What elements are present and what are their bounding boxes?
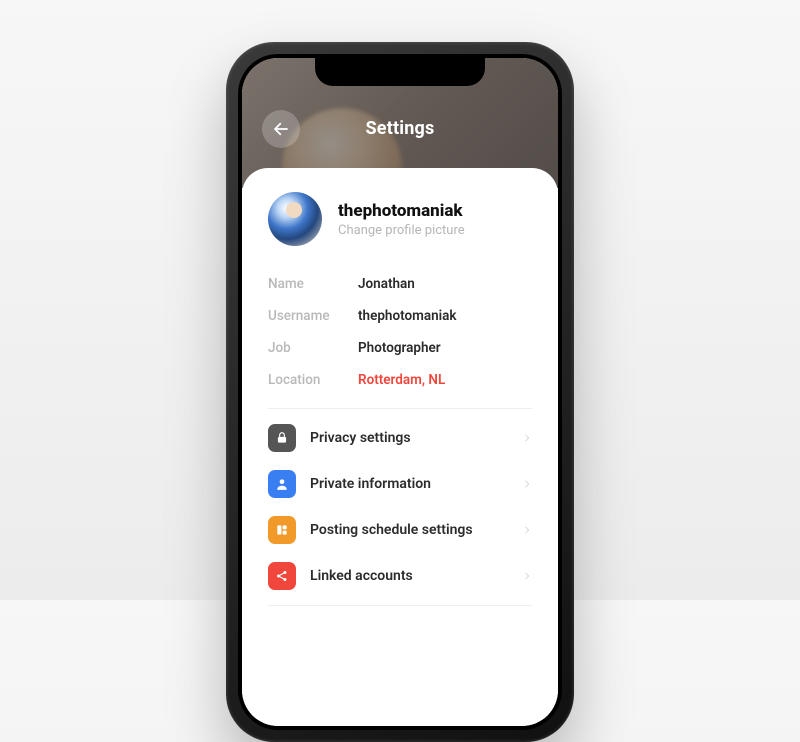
- settings-menu: Privacy settings Private information: [268, 415, 532, 599]
- avatar[interactable]: [268, 192, 322, 246]
- field-value: thephotomaniak: [358, 308, 457, 324]
- chevron-right-icon: [522, 569, 532, 583]
- page-title: Settings: [242, 118, 558, 139]
- screen: Settings thephotomaniak Change profile p…: [242, 58, 558, 726]
- chevron-right-icon: [522, 523, 532, 537]
- lock-icon: [268, 424, 296, 452]
- field-label: Location: [268, 372, 358, 388]
- field-location[interactable]: Location Rotterdam, NL: [268, 364, 532, 396]
- phone-body: Settings thephotomaniak Change profile p…: [226, 42, 574, 742]
- notch: [315, 58, 485, 86]
- chevron-right-icon: [522, 477, 532, 491]
- field-value: Photographer: [358, 340, 441, 356]
- profile-username: thephotomaniak: [338, 201, 465, 221]
- menu-item-private-info[interactable]: Private information: [268, 461, 532, 507]
- chevron-right-icon: [522, 431, 532, 445]
- field-job[interactable]: Job Photographer: [268, 332, 532, 364]
- phone-frame: Settings thephotomaniak Change profile p…: [226, 42, 574, 742]
- menu-label: Private information: [310, 476, 508, 492]
- share-icon: [268, 562, 296, 590]
- field-value: Rotterdam, NL: [358, 372, 445, 388]
- field-label: Name: [268, 276, 358, 292]
- profile-text: thephotomaniak Change profile picture: [338, 201, 465, 238]
- user-icon: [268, 470, 296, 498]
- phone-bezel: Settings thephotomaniak Change profile p…: [238, 54, 562, 730]
- menu-item-privacy[interactable]: Privacy settings: [268, 415, 532, 461]
- menu-label: Privacy settings: [310, 430, 508, 446]
- field-name[interactable]: Name Jonathan: [268, 268, 532, 300]
- divider: [268, 408, 532, 409]
- field-username[interactable]: Username thephotomaniak: [268, 300, 532, 332]
- field-label: Username: [268, 308, 358, 324]
- menu-item-linked-accounts[interactable]: Linked accounts: [268, 553, 532, 599]
- profile-fields: Name Jonathan Username thephotomaniak Jo…: [268, 268, 532, 396]
- field-label: Job: [268, 340, 358, 356]
- change-picture-link[interactable]: Change profile picture: [338, 223, 465, 238]
- menu-item-posting-schedule[interactable]: Posting schedule settings: [268, 507, 532, 553]
- settings-card: thephotomaniak Change profile picture Na…: [242, 168, 558, 726]
- menu-label: Posting schedule settings: [310, 522, 508, 538]
- menu-label: Linked accounts: [310, 568, 508, 584]
- divider: [268, 605, 532, 606]
- profile-row: thephotomaniak Change profile picture: [268, 192, 532, 246]
- grid-icon: [268, 516, 296, 544]
- field-value: Jonathan: [358, 276, 415, 292]
